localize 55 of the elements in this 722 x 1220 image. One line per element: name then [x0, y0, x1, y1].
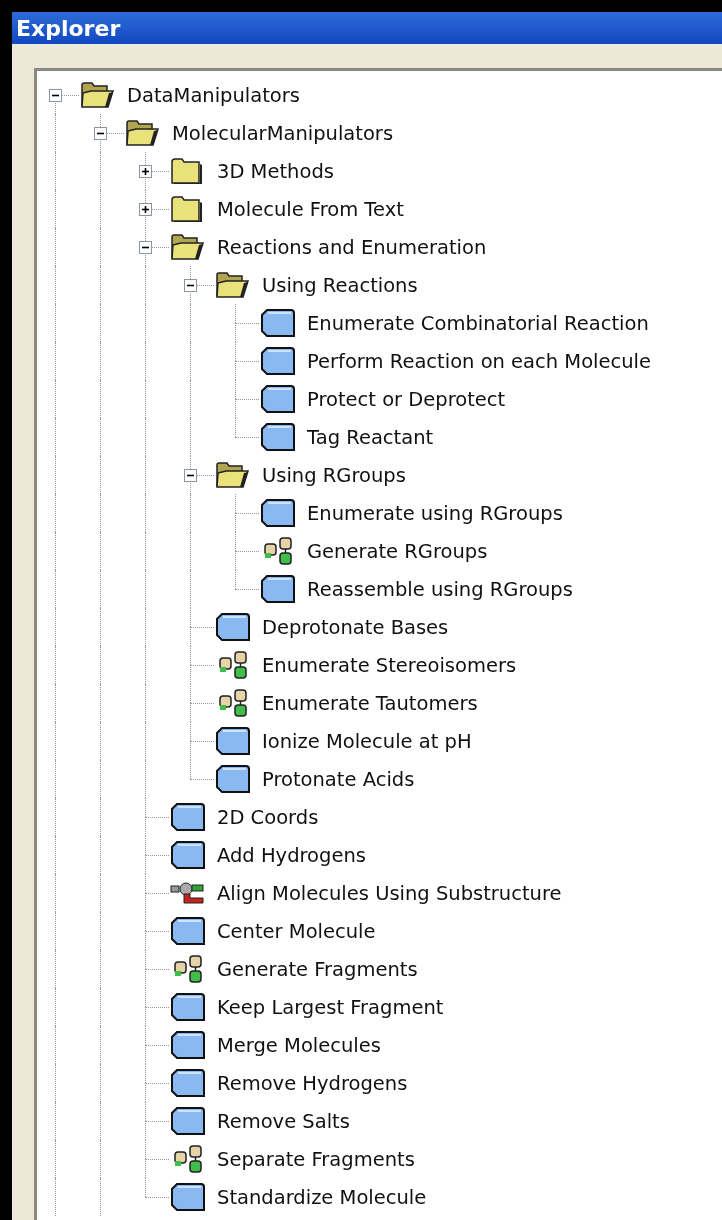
tree-item[interactable]: Enumerate using RGroups [307, 501, 563, 525]
collapse-icon[interactable] [139, 241, 152, 254]
tree-item[interactable]: Reactions and Enumeration [217, 235, 487, 259]
node-icon [169, 840, 205, 870]
node-icon [169, 916, 205, 946]
node-icon [214, 726, 250, 756]
node-icon [169, 802, 205, 832]
tree-item[interactable]: Remove Salts [217, 1109, 350, 1133]
tree-item[interactable]: Deprotonate Bases [262, 615, 449, 639]
node-icon [259, 422, 295, 452]
node-icon [169, 1068, 205, 1098]
node-icon [214, 612, 250, 642]
tree-item[interactable]: Separate Fragments [217, 1147, 415, 1171]
node-icon [169, 1106, 205, 1136]
tree-item[interactable]: Enumerate Tautomers [262, 691, 478, 715]
tree-item[interactable]: Enumerate Stereoisomers [262, 653, 517, 677]
tree-item[interactable]: Generate Fragments [217, 957, 418, 981]
tree-item[interactable]: Ionize Molecule at pH [262, 729, 472, 753]
tree-item[interactable]: Enumerate Combinatorial Reaction [307, 311, 649, 335]
collapse-icon[interactable] [184, 469, 197, 482]
node-icon [169, 1030, 205, 1060]
tree-item[interactable]: Protect or Deprotect [307, 387, 506, 411]
tree-item[interactable]: Align Molecules Using Substructure [217, 881, 562, 905]
tree-item[interactable]: Center Molecule [217, 919, 376, 943]
node-icon [214, 764, 250, 794]
tree-item[interactable]: Add Hydrogens [217, 843, 366, 867]
node-icon [259, 308, 295, 338]
tree-item[interactable]: 3D Methods [217, 159, 334, 183]
tree-item[interactable]: Remove Hydrogens [217, 1071, 408, 1095]
tree-item[interactable]: Reassemble using RGroups [307, 577, 573, 601]
collapse-icon[interactable] [94, 127, 107, 140]
tree-item[interactable]: DataManipulators [127, 83, 300, 107]
node-icon [169, 1182, 205, 1212]
node-icon [259, 498, 295, 528]
node-icon [259, 574, 295, 604]
tree-item[interactable]: Protonate Acids [262, 767, 415, 791]
tree-item[interactable]: MolecularManipulators [172, 121, 394, 145]
tree-item[interactable]: Using RGroups [262, 463, 406, 487]
tree-item[interactable]: 2D Coords [217, 805, 319, 829]
tree-item[interactable]: Using Reactions [262, 273, 418, 297]
tree-item[interactable]: Keep Largest Fragment [217, 995, 444, 1019]
tree-item[interactable]: Generate RGroups [307, 539, 488, 563]
expand-icon[interactable] [139, 165, 152, 178]
node-icon [259, 346, 295, 376]
tree-item[interactable]: Tag Reactant [307, 425, 434, 449]
tree-item[interactable]: Perform Reaction on each Molecule [307, 349, 651, 373]
tree-item[interactable]: Molecule From Text [217, 197, 404, 221]
tree-item[interactable]: Standardize Molecule [217, 1185, 427, 1209]
collapse-icon[interactable] [49, 89, 62, 102]
expand-icon[interactable] [139, 203, 152, 216]
tree-item[interactable]: Merge Molecules [217, 1033, 381, 1057]
node-icon [169, 992, 205, 1022]
node-icon [259, 384, 295, 414]
collapse-icon[interactable] [184, 279, 197, 292]
window-title: Explorer [16, 15, 121, 41]
